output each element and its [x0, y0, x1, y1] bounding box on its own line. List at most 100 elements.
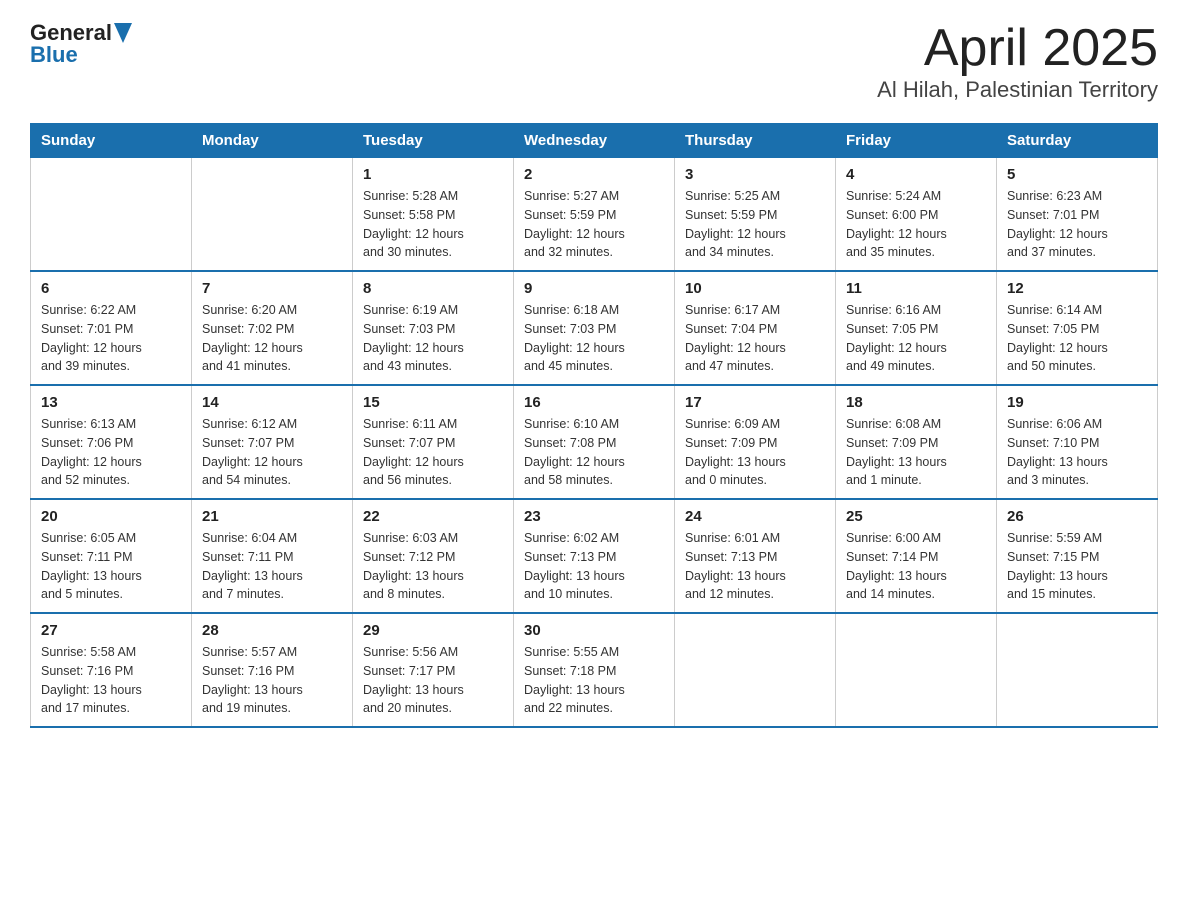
calendar-cell: 26 Sunrise: 5:59 AMSunset: 7:15 PMDayligh… — [997, 499, 1158, 613]
day-number: 12 — [1007, 280, 1147, 297]
day-info: Sunrise: 6:05 AMSunset: 7:11 PMDaylight:… — [41, 529, 181, 604]
day-header-friday: Friday — [836, 124, 997, 158]
calendar-cell: 20 Sunrise: 6:05 AMSunset: 7:11 PMDayligh… — [31, 499, 192, 613]
day-info: Sunrise: 6:23 AMSunset: 7:01 PMDaylight:… — [1007, 187, 1147, 262]
day-number: 3 — [685, 166, 825, 183]
calendar-cell — [997, 613, 1158, 727]
day-number: 20 — [41, 508, 181, 525]
day-header-sunday: Sunday — [31, 124, 192, 158]
day-number: 16 — [524, 394, 664, 411]
day-number: 1 — [363, 166, 503, 183]
day-info: Sunrise: 5:55 AMSunset: 7:18 PMDaylight:… — [524, 643, 664, 718]
day-info: Sunrise: 6:04 AMSunset: 7:11 PMDaylight:… — [202, 529, 342, 604]
day-info: Sunrise: 6:02 AMSunset: 7:13 PMDaylight:… — [524, 529, 664, 604]
calendar-cell: 18 Sunrise: 6:08 AMSunset: 7:09 PMDayligh… — [836, 385, 997, 499]
day-info: Sunrise: 6:08 AMSunset: 7:09 PMDaylight:… — [846, 415, 986, 490]
day-info: Sunrise: 5:27 AMSunset: 5:59 PMDaylight:… — [524, 187, 664, 262]
calendar-cell: 5 Sunrise: 6:23 AMSunset: 7:01 PMDaylight… — [997, 158, 1158, 272]
calendar-cell: 11 Sunrise: 6:16 AMSunset: 7:05 PMDayligh… — [836, 271, 997, 385]
calendar-cell — [31, 158, 192, 272]
day-number: 29 — [363, 622, 503, 639]
logo-triangle-icon — [114, 23, 132, 43]
day-info: Sunrise: 6:00 AMSunset: 7:14 PMDaylight:… — [846, 529, 986, 604]
day-number: 26 — [1007, 508, 1147, 525]
calendar-cell: 23Sunrise: 6:02 AMSunset: 7:13 PMDayligh… — [514, 499, 675, 613]
calendar-cell: 15 Sunrise: 6:11 AMSunset: 7:07 PMDayligh… — [353, 385, 514, 499]
day-number: 5 — [1007, 166, 1147, 183]
day-info: Sunrise: 6:17 AMSunset: 7:04 PMDaylight:… — [685, 301, 825, 376]
day-info: Sunrise: 6:18 AMSunset: 7:03 PMDaylight:… — [524, 301, 664, 376]
day-number: 4 — [846, 166, 986, 183]
day-info: Sunrise: 5:25 AMSunset: 5:59 PMDaylight:… — [685, 187, 825, 262]
day-info: Sunrise: 5:24 AMSunset: 6:00 PMDaylight:… — [846, 187, 986, 262]
day-number: 24 — [685, 508, 825, 525]
calendar-cell: 16Sunrise: 6:10 AMSunset: 7:08 PMDayligh… — [514, 385, 675, 499]
day-number: 21 — [202, 508, 342, 525]
calendar-cell: 7Sunrise: 6:20 AMSunset: 7:02 PMDaylight… — [192, 271, 353, 385]
logo-blue: Blue — [30, 42, 78, 68]
calendar-cell — [836, 613, 997, 727]
day-number: 14 — [202, 394, 342, 411]
calendar-cell: 21 Sunrise: 6:04 AMSunset: 7:11 PMDayligh… — [192, 499, 353, 613]
day-info: Sunrise: 6:09 AMSunset: 7:09 PMDaylight:… — [685, 415, 825, 490]
calendar-subtitle: Al Hilah, Palestinian Territory — [877, 77, 1158, 103]
day-info: Sunrise: 6:01 AMSunset: 7:13 PMDaylight:… — [685, 529, 825, 604]
calendar-header-row: SundayMondayTuesdayWednesdayThursdayFrid… — [31, 124, 1158, 158]
day-number: 18 — [846, 394, 986, 411]
day-info: Sunrise: 5:59 AMSunset: 7:15 PMDaylight:… — [1007, 529, 1147, 604]
calendar-cell: 10 Sunrise: 6:17 AMSunset: 7:04 PMDayligh… — [675, 271, 836, 385]
day-info: Sunrise: 5:57 AMSunset: 7:16 PMDaylight:… — [202, 643, 342, 718]
calendar-week-4: 20 Sunrise: 6:05 AMSunset: 7:11 PMDayligh… — [31, 499, 1158, 613]
day-info: Sunrise: 6:19 AMSunset: 7:03 PMDaylight:… — [363, 301, 503, 376]
calendar-cell: 2 Sunrise: 5:27 AMSunset: 5:59 PMDaylight… — [514, 158, 675, 272]
day-header-monday: Monday — [192, 124, 353, 158]
calendar-cell: 29Sunrise: 5:56 AMSunset: 7:17 PMDayligh… — [353, 613, 514, 727]
day-number: 11 — [846, 280, 986, 297]
day-number: 10 — [685, 280, 825, 297]
calendar-cell: 4 Sunrise: 5:24 AMSunset: 6:00 PMDaylight… — [836, 158, 997, 272]
calendar-week-3: 13Sunrise: 6:13 AMSunset: 7:06 PMDayligh… — [31, 385, 1158, 499]
calendar-cell: 14Sunrise: 6:12 AMSunset: 7:07 PMDayligh… — [192, 385, 353, 499]
calendar-week-5: 27 Sunrise: 5:58 AMSunset: 7:16 PMDayligh… — [31, 613, 1158, 727]
day-info: Sunrise: 6:11 AMSunset: 7:07 PMDaylight:… — [363, 415, 503, 490]
day-info: Sunrise: 6:16 AMSunset: 7:05 PMDaylight:… — [846, 301, 986, 376]
calendar-cell — [192, 158, 353, 272]
day-info: Sunrise: 6:14 AMSunset: 7:05 PMDaylight:… — [1007, 301, 1147, 376]
calendar-cell: 27 Sunrise: 5:58 AMSunset: 7:16 PMDayligh… — [31, 613, 192, 727]
day-number: 7 — [202, 280, 342, 297]
calendar-cell: 9 Sunrise: 6:18 AMSunset: 7:03 PMDaylight… — [514, 271, 675, 385]
day-header-tuesday: Tuesday — [353, 124, 514, 158]
day-number: 27 — [41, 622, 181, 639]
calendar-cell: 1 Sunrise: 5:28 AMSunset: 5:58 PMDaylight… — [353, 158, 514, 272]
day-header-thursday: Thursday — [675, 124, 836, 158]
calendar-cell: 3 Sunrise: 5:25 AMSunset: 5:59 PMDaylight… — [675, 158, 836, 272]
day-header-wednesday: Wednesday — [514, 124, 675, 158]
calendar-cell: 25 Sunrise: 6:00 AMSunset: 7:14 PMDayligh… — [836, 499, 997, 613]
calendar-title: April 2025 — [877, 20, 1158, 77]
day-info: Sunrise: 6:03 AMSunset: 7:12 PMDaylight:… — [363, 529, 503, 604]
calendar-cell: 22 Sunrise: 6:03 AMSunset: 7:12 PMDayligh… — [353, 499, 514, 613]
calendar-table: SundayMondayTuesdayWednesdayThursdayFrid… — [30, 123, 1158, 728]
day-info: Sunrise: 6:06 AMSunset: 7:10 PMDaylight:… — [1007, 415, 1147, 490]
calendar-week-1: 1 Sunrise: 5:28 AMSunset: 5:58 PMDaylight… — [31, 158, 1158, 272]
day-info: Sunrise: 5:58 AMSunset: 7:16 PMDaylight:… — [41, 643, 181, 718]
day-number: 30 — [524, 622, 664, 639]
calendar-week-2: 6 Sunrise: 6:22 AMSunset: 7:01 PMDaylight… — [31, 271, 1158, 385]
day-number: 9 — [524, 280, 664, 297]
day-info: Sunrise: 6:22 AMSunset: 7:01 PMDaylight:… — [41, 301, 181, 376]
page-header: General Blue April 2025 Al Hilah, Palest… — [30, 20, 1158, 103]
calendar-cell — [675, 613, 836, 727]
day-number: 2 — [524, 166, 664, 183]
calendar-cell: 12 Sunrise: 6:14 AMSunset: 7:05 PMDayligh… — [997, 271, 1158, 385]
day-number: 25 — [846, 508, 986, 525]
calendar-cell: 17 Sunrise: 6:09 AMSunset: 7:09 PMDayligh… — [675, 385, 836, 499]
day-number: 17 — [685, 394, 825, 411]
day-number: 15 — [363, 394, 503, 411]
day-number: 22 — [363, 508, 503, 525]
day-number: 8 — [363, 280, 503, 297]
calendar-cell: 6 Sunrise: 6:22 AMSunset: 7:01 PMDaylight… — [31, 271, 192, 385]
day-number: 19 — [1007, 394, 1147, 411]
calendar-cell: 13Sunrise: 6:13 AMSunset: 7:06 PMDayligh… — [31, 385, 192, 499]
day-number: 6 — [41, 280, 181, 297]
day-info: Sunrise: 5:28 AMSunset: 5:58 PMDaylight:… — [363, 187, 503, 262]
